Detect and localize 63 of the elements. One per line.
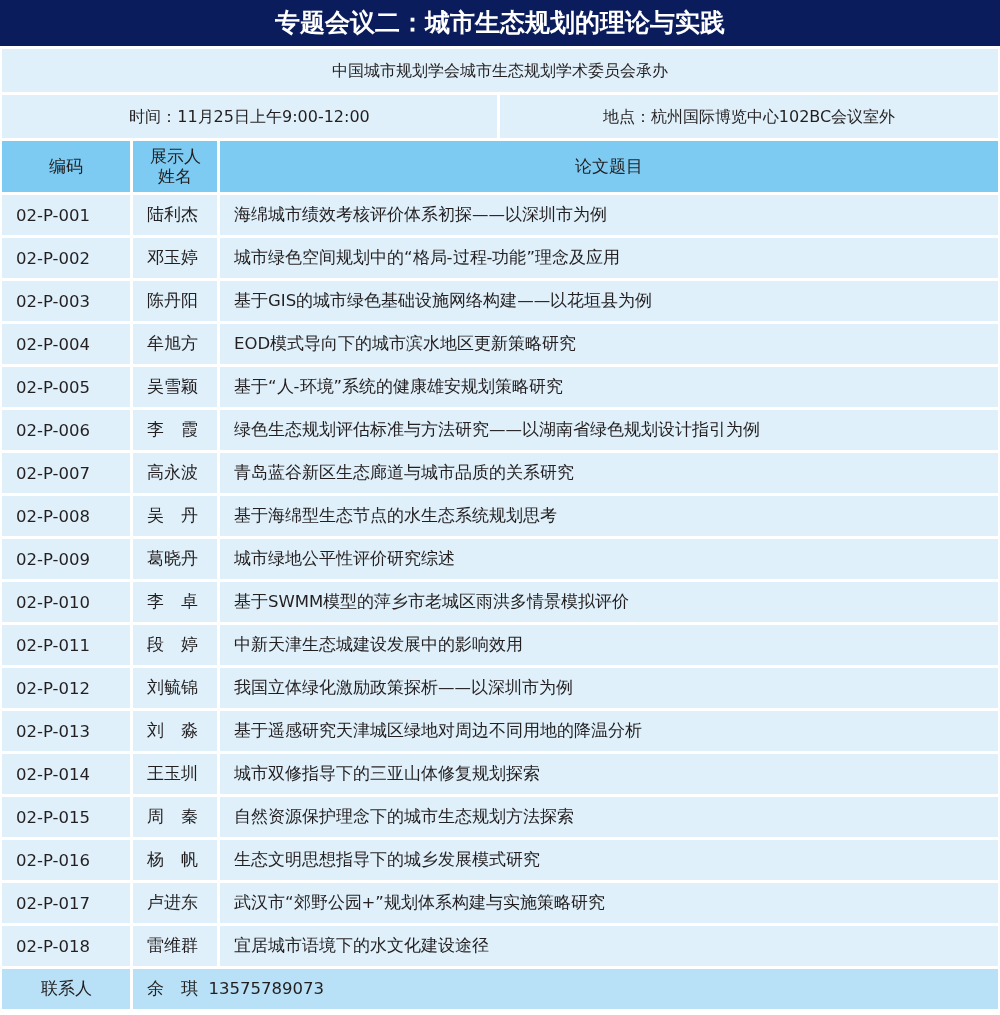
table-cell: 02-P-002 [2, 238, 130, 278]
table-cell: 王玉圳 [133, 754, 217, 794]
table-cell: 刘毓锦 [133, 668, 217, 708]
table-cell: 高永波 [133, 453, 217, 493]
table-cell: 城市双修指导下的三亚山体修复规划探索 [220, 754, 998, 794]
table-cell: 吴 丹 [133, 496, 217, 536]
table-cell: 自然资源保护理念下的城市生态规划方法探索 [220, 797, 998, 837]
table-cell: 李 霞 [133, 410, 217, 450]
table-cell: 宜居城市语境下的水文化建设途径 [220, 926, 998, 966]
table-cell: 02-P-008 [2, 496, 130, 536]
table-cell: 02-P-005 [2, 367, 130, 407]
table-cell: 周 秦 [133, 797, 217, 837]
time-text: 时间：11月25日上午9:00-12:00 [2, 95, 497, 138]
organizer-text: 中国城市规划学会城市生态规划学术委员会承办 [2, 49, 998, 92]
page-title: 专题会议二：城市生态规划的理论与实践 [0, 0, 1000, 46]
table-cell: 城市绿地公平性评价研究综述 [220, 539, 998, 579]
table-cell: 基于“人-环境”系统的健康雄安规划策略研究 [220, 367, 998, 407]
table-cell: 02-P-011 [2, 625, 130, 665]
table-cell: 陆利杰 [133, 195, 217, 235]
table-cell: 吴雪颖 [133, 367, 217, 407]
table-cell: 中新天津生态城建设发展中的影响效用 [220, 625, 998, 665]
table-cell: 陈丹阳 [133, 281, 217, 321]
table-cell: 城市绿色空间规划中的“格局-过程-功能”理念及应用 [220, 238, 998, 278]
table-cell: 卢进东 [133, 883, 217, 923]
table-cell: 葛晓丹 [133, 539, 217, 579]
table-cell: 李 卓 [133, 582, 217, 622]
column-header: 编码 [2, 141, 130, 192]
table-cell: 生态文明思想指导下的城乡发展模式研究 [220, 840, 998, 880]
table-cell: 02-P-015 [2, 797, 130, 837]
table-cell: 02-P-001 [2, 195, 130, 235]
contact-value: 余 琪 13575789073 [133, 969, 998, 1009]
table-cell: 02-P-004 [2, 324, 130, 364]
table-cell: 02-P-006 [2, 410, 130, 450]
table-cell: 海绵城市绩效考核评价体系初探——以深圳市为例 [220, 195, 998, 235]
table-cell: 雷维群 [133, 926, 217, 966]
table-cell: 02-P-007 [2, 453, 130, 493]
table-cell: EOD模式导向下的城市滨水地区更新策略研究 [220, 324, 998, 364]
table-cell: 杨 帆 [133, 840, 217, 880]
table-cell: 刘 淼 [133, 711, 217, 751]
table-cell: 我国立体绿化激励政策探析——以深圳市为例 [220, 668, 998, 708]
table-cell: 02-P-003 [2, 281, 130, 321]
table-cell: 02-P-018 [2, 926, 130, 966]
table-cell: 02-P-012 [2, 668, 130, 708]
table-cell: 02-P-014 [2, 754, 130, 794]
table-cell: 段 婷 [133, 625, 217, 665]
location-text: 地点：杭州国际博览中心102BC会议室外 [500, 95, 998, 138]
table-cell: 青岛蓝谷新区生态廊道与城市品质的关系研究 [220, 453, 998, 493]
table-cell: 牟旭方 [133, 324, 217, 364]
contact-label: 联系人 [2, 969, 130, 1009]
table-cell: 基于遥感研究天津城区绿地对周边不同用地的降温分析 [220, 711, 998, 751]
table-cell: 基于GIS的城市绿色基础设施网络构建——以花垣县为例 [220, 281, 998, 321]
table-cell: 02-P-016 [2, 840, 130, 880]
column-header: 论文题目 [220, 141, 998, 192]
table-cell: 基于海绵型生态节点的水生态系统规划思考 [220, 496, 998, 536]
table-cell: 武汉市“郊野公园+”规划体系构建与实施策略研究 [220, 883, 998, 923]
table-cell: 邓玉婷 [133, 238, 217, 278]
table-cell: 02-P-013 [2, 711, 130, 751]
table-cell: 基于SWMM模型的萍乡市老城区雨洪多情景模拟评价 [220, 582, 998, 622]
table-cell: 02-P-010 [2, 582, 130, 622]
table-cell: 02-P-017 [2, 883, 130, 923]
column-header: 展示人姓名 [133, 141, 217, 192]
table-cell: 绿色生态规划评估标准与方法研究——以湖南省绿色规划设计指引为例 [220, 410, 998, 450]
table-cell: 02-P-009 [2, 539, 130, 579]
